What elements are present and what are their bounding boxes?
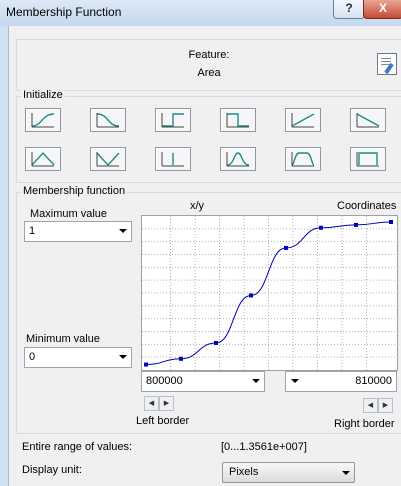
- right-border-label: Right border: [334, 418, 395, 430]
- chevron-down-icon: [291, 379, 299, 383]
- xy-label: x/y: [190, 200, 205, 212]
- feature-value: Area: [197, 67, 221, 79]
- minimum-value-label: Minimum value: [26, 333, 100, 345]
- gaussian-icon[interactable]: [220, 147, 256, 171]
- window-title: Membership Function: [6, 5, 122, 19]
- chevron-down-icon: [252, 379, 260, 383]
- s-curve-rising-icon[interactable]: [25, 108, 61, 132]
- right-border-select[interactable]: 810000: [285, 371, 397, 392]
- properties-lines: [381, 58, 391, 59]
- membership-caption: Membership function: [21, 185, 128, 197]
- inverted-triangle-icon[interactable]: [90, 147, 126, 171]
- coordinates-label: Coordinates: [337, 200, 397, 212]
- feature-panel: Feature: Area: [16, 39, 401, 91]
- help-button[interactable]: ?: [333, 0, 365, 19]
- feature-label: Feature:: [188, 49, 230, 61]
- close-button[interactable]: X: [363, 0, 401, 19]
- step-rising-icon[interactable]: [155, 108, 191, 132]
- display-unit-value: Pixels: [229, 466, 259, 478]
- range-value: [0...1.3561e+007]: [221, 441, 307, 453]
- singleton-icon[interactable]: [155, 147, 191, 171]
- initialize-group: Initialize: [16, 89, 401, 183]
- right-border-value: 810000: [355, 375, 392, 387]
- scroll-left-icon[interactable]: ◀: [144, 396, 159, 411]
- linear-falling-icon[interactable]: [350, 108, 386, 132]
- chevron-down-icon: [119, 355, 127, 359]
- curve-control-point[interactable]: [319, 225, 323, 230]
- maximum-value-label: Maximum value: [30, 208, 108, 220]
- properties-tool: [384, 62, 394, 75]
- curve-control-point[interactable]: [249, 293, 253, 298]
- minimum-value: 0: [29, 351, 36, 363]
- membership-curve-chart: [142, 216, 397, 370]
- scroll-right-icon[interactable]: ▶: [159, 396, 174, 411]
- left-border-value: 800000: [146, 375, 183, 387]
- rectangle-icon[interactable]: [350, 147, 386, 171]
- curve-control-point[interactable]: [354, 222, 358, 227]
- curve-control-point[interactable]: [214, 340, 218, 345]
- minimum-value-select[interactable]: 0: [24, 347, 132, 368]
- curve-control-point[interactable]: [179, 356, 183, 361]
- chevron-down-icon: [342, 471, 350, 475]
- trapezoid-icon[interactable]: [285, 147, 321, 171]
- scroll-right-icon[interactable]: ▶: [378, 398, 393, 413]
- title-bar: Membership Function ? X: [0, 0, 401, 26]
- right-border-scroll[interactable]: ◀ ▶: [363, 398, 393, 413]
- curve-control-point[interactable]: [389, 220, 393, 224]
- s-curve-falling-icon[interactable]: [90, 108, 126, 132]
- chevron-down-icon: [119, 229, 127, 233]
- membership-function-plot[interactable]: [141, 215, 398, 371]
- initialize-caption: Initialize: [21, 89, 65, 101]
- linear-rising-icon[interactable]: [285, 108, 321, 132]
- curve-control-point[interactable]: [284, 245, 288, 250]
- dialog-body: Feature: Area Initialize Membership func…: [8, 26, 401, 486]
- step-falling-icon[interactable]: [220, 108, 256, 132]
- left-border-select[interactable]: 800000: [141, 371, 265, 392]
- maximum-value-select[interactable]: 1: [24, 221, 132, 242]
- scroll-left-icon[interactable]: ◀: [363, 398, 378, 413]
- triangle-icon[interactable]: [25, 147, 61, 171]
- left-border-label: Left border: [136, 415, 190, 427]
- display-unit-select[interactable]: Pixels: [222, 462, 355, 483]
- properties-icon[interactable]: [377, 53, 397, 75]
- left-border-scroll[interactable]: ◀ ▶: [144, 396, 174, 411]
- curve-control-point[interactable]: [144, 362, 148, 367]
- maximum-value: 1: [29, 225, 36, 237]
- display-unit-label: Display unit:: [22, 464, 82, 476]
- range-label: Entire range of values:: [22, 441, 133, 453]
